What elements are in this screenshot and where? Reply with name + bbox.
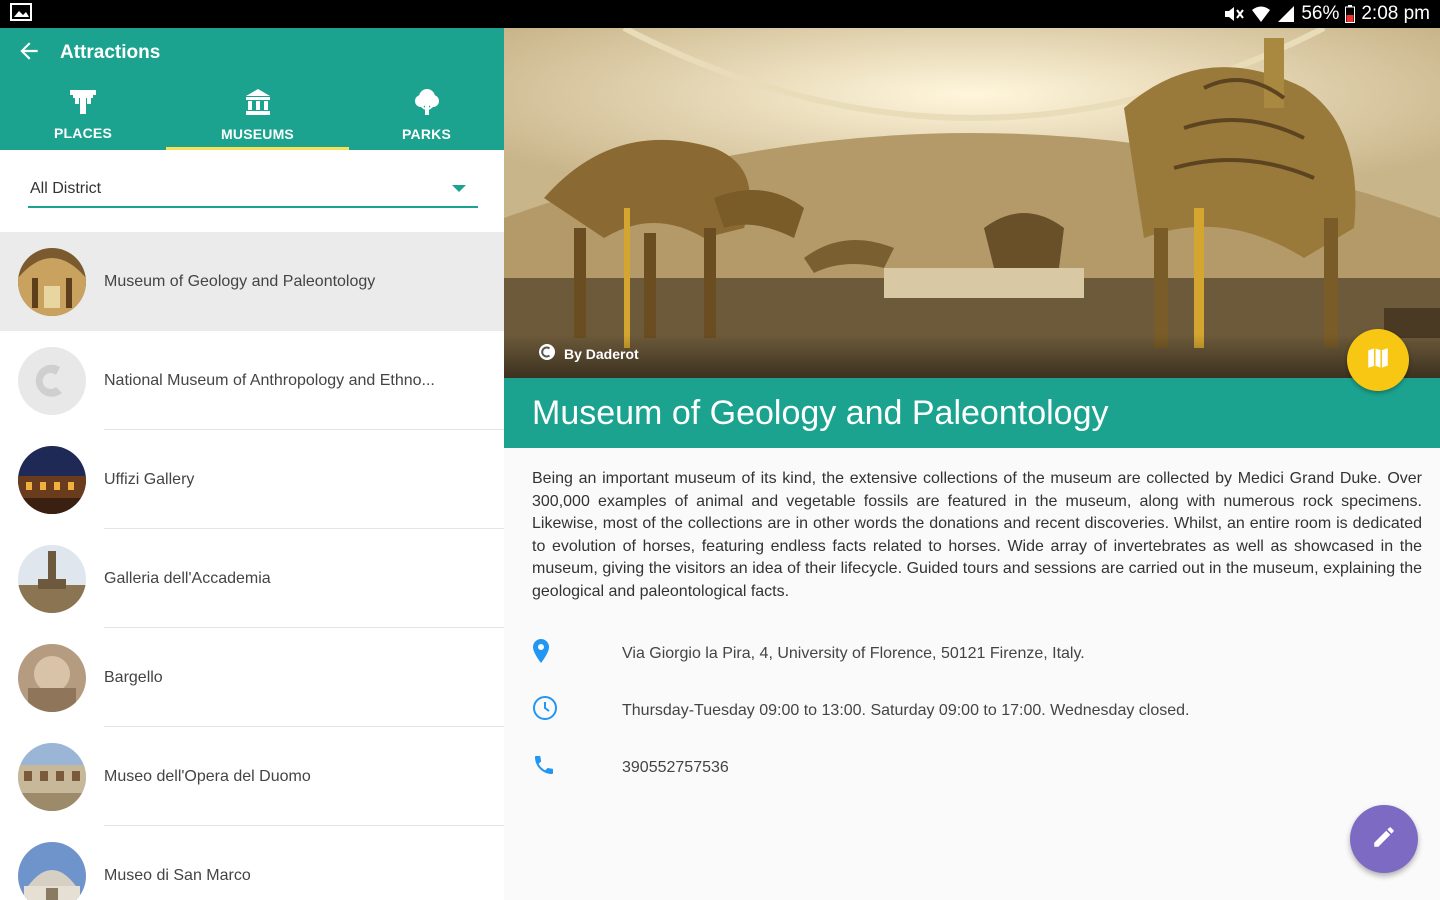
status-bar: 56% 2:08 pm — [0, 0, 1440, 28]
list-item[interactable]: Uffizi Gallery — [0, 430, 504, 529]
tab-parks[interactable]: PARKS — [349, 78, 504, 150]
address-text: Via Giorgio la Pira, 4, University of Fl… — [622, 644, 1085, 662]
attraction-name: Museo di San Marco — [104, 866, 251, 884]
tab-parks-label: PARKS — [402, 125, 451, 142]
gallery-notification-icon — [10, 2, 32, 26]
hours-row: Thursday-Tuesday 09:00 to 13:00. Saturda… — [504, 682, 1440, 739]
edit-button[interactable] — [1350, 805, 1418, 873]
list-item[interactable]: National Museum of Anthropology and Ethn… — [0, 331, 504, 430]
category-tabs: PLACES MUSEUMS PARKS — [0, 78, 504, 150]
list-item[interactable]: Museo di San Marco — [0, 826, 504, 900]
attraction-photo: By Daderot — [504, 28, 1440, 378]
tab-museums[interactable]: MUSEUMS — [166, 78, 349, 150]
avatar — [18, 841, 86, 900]
address-row[interactable]: Via Giorgio la Pira, 4, University of Fl… — [504, 625, 1440, 682]
tab-places-label: PLACES — [54, 124, 112, 141]
avatar — [18, 247, 86, 316]
phone-text: 390552757536 — [622, 758, 729, 776]
battery-percent: 56% — [1301, 3, 1340, 24]
app-bar: Attractions PLACES MUSEUMS PARKS — [0, 28, 504, 150]
app-title: Attractions — [60, 42, 161, 63]
list-item[interactable]: Galleria dell'Accademia — [0, 529, 504, 628]
hours-text: Thursday-Tuesday 09:00 to 13:00. Saturda… — [622, 701, 1190, 719]
list-item[interactable]: Museum of Geology and Paleontology — [0, 232, 504, 331]
mute-icon — [1223, 5, 1245, 23]
attraction-description: Being an important museum of its kind, t… — [532, 470, 1422, 600]
battery-icon — [1345, 5, 1356, 23]
district-dropdown-value: All District — [30, 180, 102, 197]
attraction-name: Museum of Geology and Paleontology — [104, 272, 376, 290]
attraction-detail-pane: By Daderot Museum of Geology and Paleont… — [504, 28, 1440, 900]
pencil-icon — [1371, 824, 1397, 855]
map-icon — [1365, 345, 1391, 376]
attractions-list-pane: Attractions PLACES MUSEUMS PARKS All Dis… — [0, 28, 504, 900]
parks-icon — [412, 87, 442, 122]
avatar — [18, 346, 86, 415]
avatar — [18, 544, 86, 613]
photo-credit: By Daderot — [538, 343, 639, 364]
list-item[interactable]: Museo dell'Opera del Duomo — [0, 727, 504, 826]
attraction-name: Uffizi Gallery — [104, 470, 195, 488]
places-icon — [68, 88, 98, 121]
attractions-list: Museum of Geology and Paleontology Natio… — [0, 232, 504, 900]
phone-icon — [532, 753, 622, 782]
phone-row[interactable]: 390552757536 — [504, 739, 1440, 796]
avatar — [18, 742, 86, 811]
avatar — [18, 445, 86, 514]
list-item[interactable]: Bargello — [0, 628, 504, 727]
museums-icon — [243, 87, 273, 122]
attraction-name: Bargello — [104, 668, 163, 686]
clock-icon — [532, 695, 622, 726]
signal-icon — [1277, 5, 1295, 23]
avatar — [18, 643, 86, 712]
district-dropdown[interactable]: All District — [28, 178, 478, 208]
attraction-info: Via Giorgio la Pira, 4, University of Fl… — [504, 625, 1440, 796]
attraction-title-bar: Museum of Geology and Paleontology — [504, 378, 1440, 448]
creative-commons-icon — [538, 343, 556, 364]
clock: 2:08 pm — [1361, 3, 1430, 24]
attraction-name: National Museum of Anthropology and Ethn… — [104, 371, 435, 389]
wifi-icon — [1251, 5, 1271, 23]
back-arrow-icon[interactable] — [16, 38, 42, 69]
attraction-name: Galleria dell'Accademia — [104, 569, 271, 587]
attraction-name: Museo dell'Opera del Duomo — [104, 767, 311, 785]
location-pin-icon — [532, 638, 622, 669]
tab-places[interactable]: PLACES — [0, 78, 166, 150]
tab-museums-label: MUSEUMS — [221, 125, 294, 142]
attraction-title: Museum of Geology and Paleontology — [532, 393, 1109, 432]
photo-credit-text: By Daderot — [564, 345, 639, 362]
dropdown-arrow-icon — [452, 180, 466, 198]
map-button[interactable] — [1347, 329, 1409, 391]
